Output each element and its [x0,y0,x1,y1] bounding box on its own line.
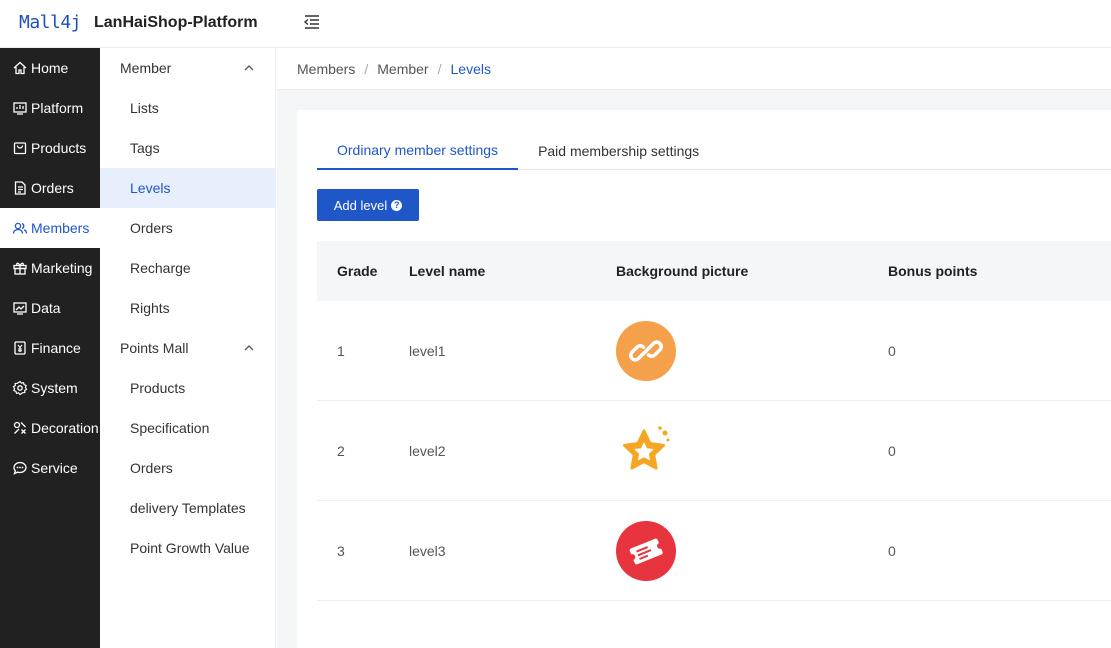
sidebar-item-products[interactable]: Products [0,128,100,168]
sidebar-item-decoration[interactable]: Decoration [0,408,100,448]
secondary-sidebar: Member Lists Tags Levels Orders Recharge… [100,48,276,648]
cell-bonus-points: 0 [888,442,896,459]
cell-level-name: level1 [409,342,446,359]
members-icon [12,222,28,234]
logo: Mall4j [19,12,82,33]
subnav-item-delivery-templates[interactable]: delivery Templates [100,488,275,528]
sidebar-item-label: Decoration [31,420,99,436]
cell-grade: 2 [337,442,345,459]
subnav-item-orders[interactable]: Orders [100,208,275,248]
cell-bonus-points: 0 [888,342,896,359]
header-level-name: Level name [409,263,486,279]
sidebar-item-marketing[interactable]: Marketing [0,248,100,288]
subnav-item-products[interactable]: Products [100,368,275,408]
chart-icon [13,302,27,315]
gift-icon [13,262,27,275]
link-badge-icon [616,320,676,381]
cell-background-picture [616,320,888,381]
sidebar-item-label: Orders [31,180,74,196]
chevron-up-icon [244,65,254,71]
breadcrumb-separator: / [364,60,369,77]
subnav-group-points-mall[interactable]: Points Mall [100,328,275,368]
subnav-group-label: Points Mall [120,340,189,356]
sidebar-item-orders[interactable]: Orders [0,168,100,208]
sidebar-item-label: Data [31,300,61,316]
subnav-group-member[interactable]: Member [100,48,275,88]
orders-icon [14,181,26,195]
breadcrumb-current: Levels [450,60,491,77]
collapse-menu-icon[interactable] [303,13,321,31]
finance-icon [14,341,26,355]
sidebar-item-finance[interactable]: Finance [0,328,100,368]
cell-background-picture [616,421,888,481]
cell-background-picture [616,520,888,581]
decoration-icon [13,421,26,434]
add-level-button[interactable]: Add level ? [317,189,419,221]
app-title: LanHaiShop-Platform [94,14,258,31]
content-card: Ordinary member settings Paid membership… [297,110,1111,648]
sidebar-item-label: Products [31,140,87,156]
home-icon [13,61,27,75]
sidebar-item-platform[interactable]: Platform [0,88,100,128]
sidebar-item-home[interactable]: Home [0,48,100,88]
header-grade: Grade [337,263,378,279]
tab-paid-membership-settings[interactable]: Paid membership settings [518,131,719,170]
sidebar-item-members[interactable]: Members [0,208,100,248]
subnav-group-label: Member [120,60,172,76]
cell-grade: 1 [337,342,345,359]
cell-level-name: level3 [409,542,446,559]
levels-table: Grade Level name Background picture Bonu… [317,241,1111,601]
header-background-picture: Background picture [616,263,749,279]
breadcrumb: Members / Member / Levels [277,48,1111,90]
sidebar-item-label: Platform [31,100,84,116]
table-row: 1 level1 0 [317,301,1111,401]
top-bar: Mall4j LanHaiShop-Platform [0,0,1111,48]
sidebar-item-service[interactable]: Service [0,448,100,488]
subnav-item-points-orders[interactable]: Orders [100,448,275,488]
breadcrumb-item[interactable]: Members [297,61,355,77]
breadcrumb-item[interactable]: Member [377,61,428,77]
primary-sidebar: Home Platform Products Orders Members Ma… [0,48,100,648]
sidebar-item-label: Marketing [31,260,93,276]
sidebar-item-label: System [31,380,78,396]
chevron-up-icon [244,345,254,351]
tab-bar: Ordinary member settings Paid membership… [317,131,1111,170]
subnav-item-levels[interactable]: Levels [100,168,275,208]
main-content: Members / Member / Levels Ordinary membe… [277,48,1111,648]
cell-level-name: level2 [409,442,446,459]
star-badge-icon [623,425,670,470]
header-bonus-points: Bonus points [888,263,978,279]
table-header: Grade Level name Background picture Bonu… [317,241,1111,301]
sidebar-item-label: Service [31,460,78,476]
subnav-item-lists[interactable]: Lists [100,88,275,128]
table-row: 3 level3 0 [317,501,1111,601]
products-icon [13,142,27,155]
subnav-item-point-growth-value[interactable]: Point Growth Value [100,528,275,568]
subnav-item-recharge[interactable]: Recharge [100,248,275,288]
subnav-item-tags[interactable]: Tags [100,128,275,168]
sidebar-item-label: Members [31,220,90,236]
subnav-item-rights[interactable]: Rights [100,288,275,328]
sidebar-item-data[interactable]: Data [0,288,100,328]
sidebar-item-label: Finance [31,340,81,356]
cell-grade: 3 [337,542,345,559]
ticket-badge-icon [616,520,676,581]
table-row: 2 level2 0 [317,401,1111,501]
breadcrumb-separator: / [437,60,442,77]
cell-bonus-points: 0 [888,542,896,559]
question-icon[interactable]: ? [391,199,403,211]
chat-icon [13,461,27,475]
subnav-item-specification[interactable]: Specification [100,408,275,448]
platform-icon [13,102,27,115]
sidebar-item-system[interactable]: System [0,368,100,408]
tab-ordinary-member-settings[interactable]: Ordinary member settings [317,131,519,170]
sidebar-item-label: Home [31,60,69,76]
add-level-label: Add level [333,197,388,213]
gear-icon [12,380,28,396]
